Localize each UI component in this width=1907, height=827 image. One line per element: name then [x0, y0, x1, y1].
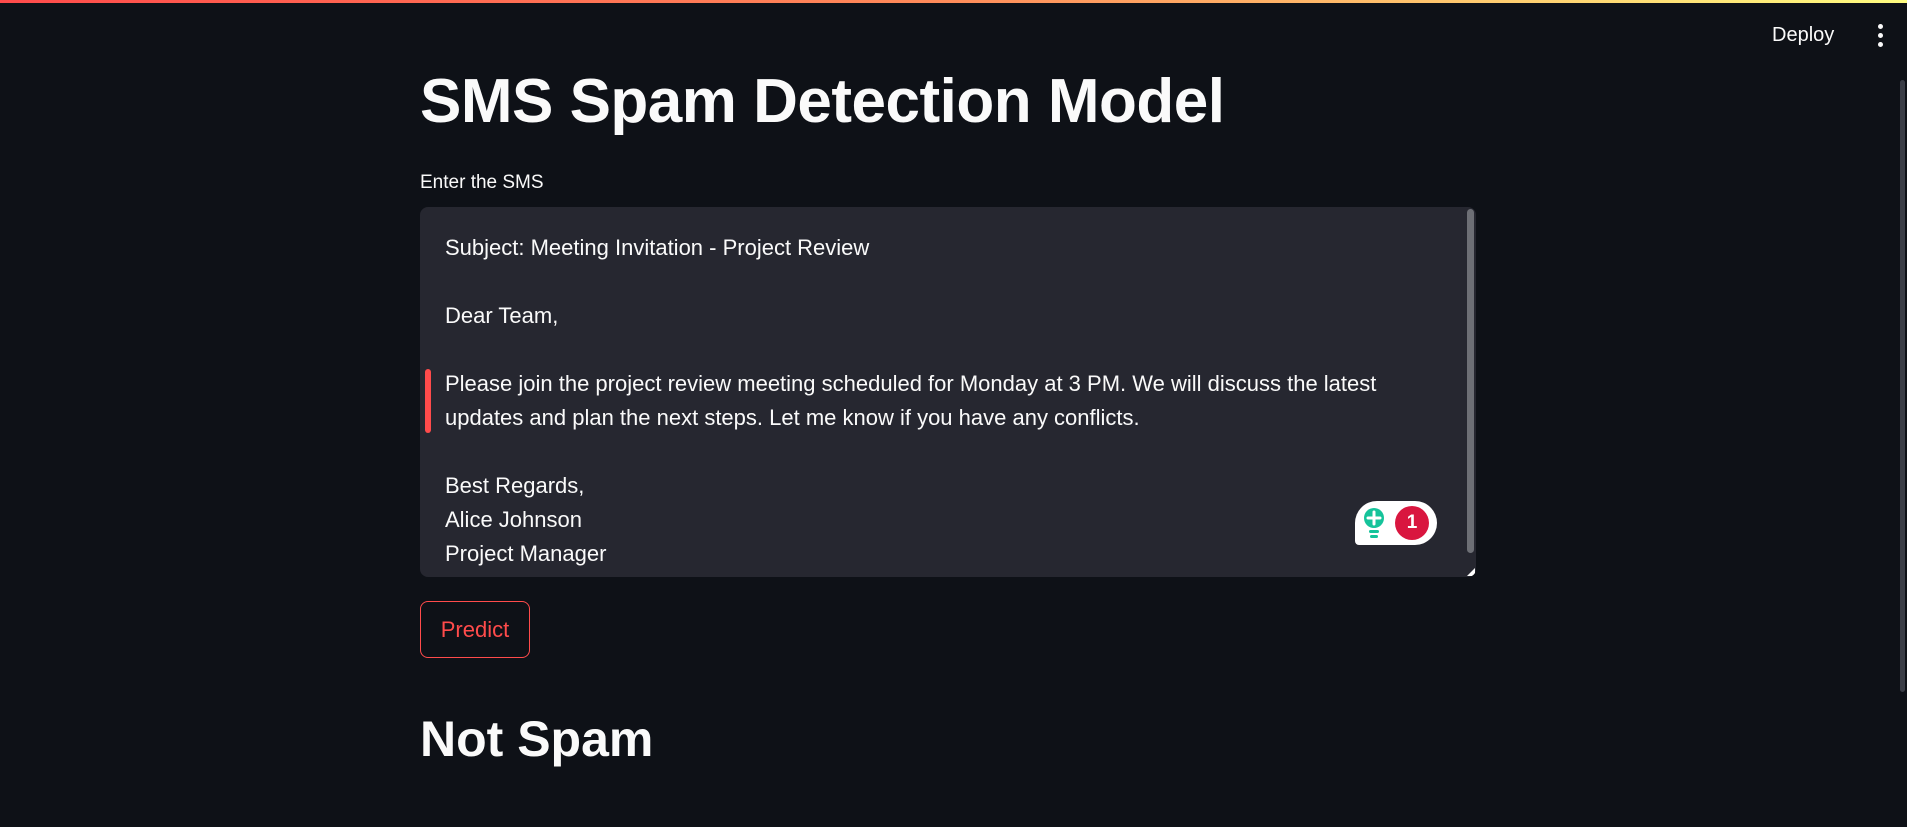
sms-input-label: Enter the SMS	[420, 172, 544, 193]
app-header: Deploy	[0, 0, 1907, 70]
menu-dot	[1877, 23, 1883, 29]
prediction-result: Not Spam	[420, 711, 654, 767]
sms-textarea-container: 1	[420, 207, 1476, 577]
page-scrollbar-thumb[interactable]	[1900, 80, 1905, 692]
sms-textarea[interactable]	[420, 207, 1460, 577]
suggestion-count-badge: 1	[1395, 506, 1429, 540]
page-title: SMS Spam Detection Model	[420, 67, 1225, 136]
lightbulb-icon	[1364, 508, 1384, 538]
kebab-menu-icon[interactable]	[1868, 20, 1892, 50]
deploy-button[interactable]: Deploy	[1760, 20, 1846, 50]
grammar-assistant-widget[interactable]: 1	[1355, 501, 1437, 545]
menu-dot	[1877, 41, 1883, 47]
resize-handle-icon[interactable]	[1467, 568, 1475, 576]
page-scrollbar[interactable]	[1900, 80, 1907, 692]
textarea-scrollbar[interactable]	[1467, 209, 1474, 553]
menu-dot	[1877, 32, 1883, 38]
predict-button[interactable]: Predict	[420, 601, 530, 658]
